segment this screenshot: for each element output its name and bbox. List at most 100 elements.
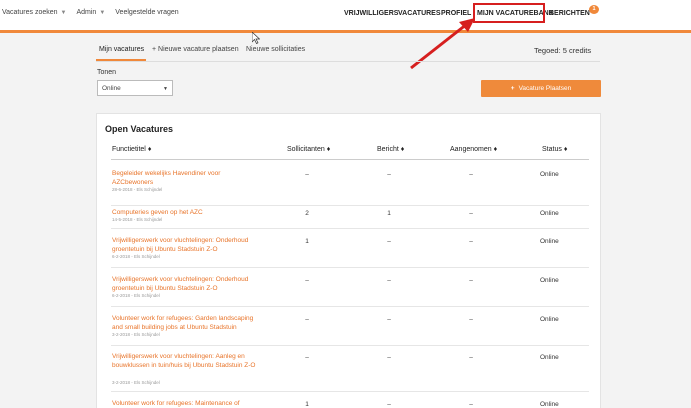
cell-aangenomen: – bbox=[469, 210, 473, 217]
cell-status: Online bbox=[540, 354, 559, 361]
open-vacatures-panel: Open Vacatures Functietitel ♦ Sollicitan… bbox=[96, 113, 601, 408]
row-divider bbox=[111, 267, 589, 268]
panel-title: Open Vacatures bbox=[105, 124, 174, 134]
cell-status: Online bbox=[540, 316, 559, 323]
cell-bericht: – bbox=[387, 316, 391, 323]
job-title-link[interactable]: Begeleider wekelijks Havendiner voor AZC… bbox=[112, 169, 257, 187]
table-row[interactable]: Vrijwilligerswerk voor vluchtelingen: On… bbox=[111, 275, 589, 307]
plus-icon: + bbox=[510, 85, 515, 92]
cell-sollicitanten: 2 bbox=[305, 210, 309, 217]
sort-icon: ♦ bbox=[400, 146, 405, 153]
job-meta: 3-2-2018 - Els Schijndel bbox=[112, 380, 160, 385]
column-header-sollicitanten[interactable]: Sollicitanten ♦ bbox=[287, 146, 330, 153]
sort-icon: ♦ bbox=[493, 146, 498, 153]
top-navbar: Vacatures zoeken ▼ Admin ▼ Veelgestelde … bbox=[0, 0, 691, 30]
nav-veelgestelde-vragen[interactable]: Veelgestelde vragen bbox=[115, 9, 178, 16]
nav-admin[interactable]: Admin ▼ bbox=[76, 9, 105, 16]
nav-left: Vacatures zoeken ▼ Admin ▼ Veelgestelde … bbox=[2, 9, 179, 16]
nav-vacatures-zoeken[interactable]: Vacatures zoeken ▼ bbox=[2, 9, 66, 16]
table-row[interactable]: Vrijwilligerswerk voor vluchtelingen: Aa… bbox=[111, 352, 589, 392]
tabs-divider bbox=[96, 61, 600, 62]
cell-aangenomen: – bbox=[469, 238, 473, 245]
row-divider bbox=[111, 306, 589, 307]
nav-berichten[interactable]: BERICHTEN bbox=[549, 10, 590, 17]
table-row[interactable]: Vrijwilligerswerk voor vluchtelingen: On… bbox=[111, 236, 589, 268]
caret-down-icon: ▼ bbox=[163, 86, 168, 92]
job-title-link[interactable]: Vrijwilligerswerk voor vluchtelingen: On… bbox=[112, 275, 257, 293]
cell-bericht: – bbox=[387, 277, 391, 284]
job-title-link[interactable]: Computeries geven op het AZC bbox=[112, 208, 257, 217]
job-meta: 6-2-2018 - Els Schijndel bbox=[112, 254, 160, 259]
table-header-divider bbox=[111, 159, 589, 160]
column-label: Bericht bbox=[377, 146, 399, 153]
column-label: Functietitel bbox=[112, 146, 146, 153]
cell-sollicitanten: 1 bbox=[305, 238, 309, 245]
cell-aangenomen: – bbox=[469, 354, 473, 361]
vacature-plaatsen-label: Vacature Plaatsen bbox=[518, 85, 572, 92]
notification-badge[interactable]: 1 bbox=[589, 5, 599, 14]
cell-aangenomen: – bbox=[469, 401, 473, 408]
table-row[interactable]: Begeleider wekelijks Havendiner voor AZC… bbox=[111, 169, 589, 206]
job-meta: 3-2-2018 - Els Schijndel bbox=[112, 332, 160, 337]
sort-icon: ♦ bbox=[147, 146, 152, 153]
table-row[interactable]: Volunteer work for refugees: Maintenance… bbox=[111, 399, 589, 408]
cell-status: Online bbox=[540, 171, 559, 178]
cell-status: Online bbox=[540, 238, 559, 245]
cell-sollicitanten: – bbox=[305, 316, 309, 323]
job-meta: 6-2-2018 - Els Schijndel bbox=[112, 293, 160, 298]
sort-icon: ♦ bbox=[563, 146, 568, 153]
annotation-arrow-icon bbox=[410, 18, 475, 70]
cell-status: Online bbox=[540, 277, 559, 284]
cell-sollicitanten: – bbox=[305, 354, 309, 361]
cell-bericht: 1 bbox=[387, 210, 391, 217]
column-label: Sollicitanten bbox=[287, 146, 325, 153]
status-filter-select[interactable]: Online ▼ bbox=[97, 80, 173, 96]
tab-mijn-vacatures[interactable]: Mijn vacatures bbox=[99, 46, 144, 53]
tab-nieuwe-sollicitaties[interactable]: Nieuwe sollicitaties bbox=[246, 46, 305, 53]
cell-status: Online bbox=[540, 210, 559, 217]
job-title-link[interactable]: Volunteer work for refugees: Garden land… bbox=[112, 314, 257, 332]
mouse-cursor-icon bbox=[252, 32, 260, 44]
job-meta: 28-6-2018 - Els Schijndel bbox=[112, 187, 163, 192]
row-divider bbox=[111, 391, 589, 392]
nav-admin-label: Admin bbox=[76, 9, 97, 16]
table-row[interactable]: Volunteer work for refugees: Garden land… bbox=[111, 314, 589, 346]
row-divider bbox=[111, 345, 589, 346]
cell-sollicitanten: – bbox=[305, 277, 309, 284]
cell-aangenomen: – bbox=[469, 316, 473, 323]
chevron-down-icon: ▼ bbox=[60, 9, 67, 16]
cell-aangenomen: – bbox=[469, 277, 473, 284]
column-header-bericht[interactable]: Bericht ♦ bbox=[377, 146, 404, 153]
column-label: Status bbox=[542, 146, 562, 153]
credits-balance: Tegoed: 5 credits bbox=[534, 46, 592, 55]
cell-bericht: – bbox=[387, 354, 391, 361]
sort-icon: ♦ bbox=[326, 146, 331, 153]
status-filter-value: Online bbox=[102, 85, 121, 92]
cell-sollicitanten: – bbox=[305, 171, 309, 178]
annotation-highlight-box bbox=[473, 3, 545, 23]
chevron-down-icon: ▼ bbox=[99, 9, 106, 16]
column-header-functietitel[interactable]: Functietitel ♦ bbox=[112, 146, 151, 153]
column-header-aangenomen[interactable]: Aangenomen ♦ bbox=[450, 146, 497, 153]
cell-bericht: – bbox=[387, 401, 391, 408]
cell-bericht: – bbox=[387, 238, 391, 245]
cell-bericht: – bbox=[387, 171, 391, 178]
job-title-link[interactable]: Vrijwilligerswerk voor vluchtelingen: Aa… bbox=[112, 352, 257, 370]
vacature-plaatsen-button[interactable]: + Vacature Plaatsen bbox=[481, 80, 601, 97]
row-divider bbox=[111, 228, 589, 229]
tab-nieuwe-vacature[interactable]: + Nieuwe vacature plaatsen bbox=[152, 46, 239, 53]
job-title-link[interactable]: Volunteer work for refugees: Maintenance… bbox=[112, 399, 312, 408]
cell-sollicitanten: 1 bbox=[305, 401, 309, 408]
nav-vrijwilligers[interactable]: VRIJWILLIGERS bbox=[344, 10, 398, 17]
table-row[interactable]: Computeries geven op het AZC 14-5-2018 -… bbox=[111, 208, 589, 229]
row-divider bbox=[111, 205, 589, 206]
cell-status: Online bbox=[540, 401, 559, 408]
nav-accent-bar bbox=[0, 30, 691, 33]
job-meta: 14-5-2018 - Els Schijndel bbox=[112, 217, 163, 222]
job-title-link[interactable]: Vrijwilligerswerk voor vluchtelingen: On… bbox=[112, 236, 257, 254]
nav-faq-label: Veelgestelde vragen bbox=[115, 9, 179, 16]
column-header-status[interactable]: Status ♦ bbox=[542, 146, 567, 153]
filter-label: Tonen bbox=[97, 69, 117, 76]
column-label: Aangenomen bbox=[450, 146, 492, 153]
nav-vacatures-zoeken-label: Vacatures zoeken bbox=[2, 9, 58, 16]
